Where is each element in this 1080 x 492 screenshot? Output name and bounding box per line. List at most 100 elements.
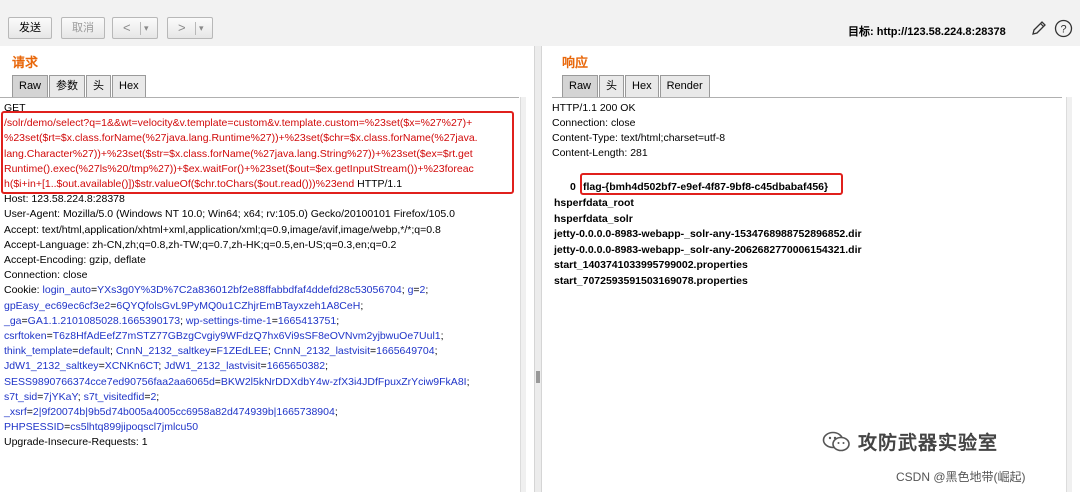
param-token: default [78,345,110,358]
response-body-line: hsperfdata_solr [554,212,633,225]
param-token: wp-settings-time-1 [185,314,272,327]
response-tab[interactable]: Render [659,75,710,97]
param-token: SESS9890766374cce7ed90756faa2aa6065d [4,375,215,388]
text-token: ; [425,284,429,297]
response-body-prefix: 0 [570,181,576,193]
param-token: XCNKn6CT [104,360,159,373]
text-token: Upgrade-Insecure-Requests: 1 [4,436,148,449]
response-body-line: start_7072593591503169078.properties [554,274,748,287]
response-tab[interactable]: 头 [599,75,625,97]
response-panel-title: 响应 [562,55,589,70]
response-header: Content-Length: 281 [552,147,648,159]
splitter-handle[interactable] [536,371,540,383]
request-scrollbar[interactable] [520,97,526,492]
request-header-line: _ga=GA1.1.2101085028.1665390173; wp-sett… [4,314,339,329]
request-header-line: _xsrf=2|9f20074b|9b5d74b005a4005cc6958a8… [4,405,338,420]
response-body-line: start_1403741033995799002.properties [554,259,748,271]
request-header-line: think_template=default; CnnN_2132_saltke… [4,344,438,359]
param-token: _ga [4,314,22,327]
forward-button[interactable]: > ▾ [167,17,213,39]
param-token: YXs3g0Y%3D%7C2a836012bf2e88ffabbdfaf4dde… [97,284,402,297]
target-label: 目标: http://123.58.224.8:28378 [848,26,1006,38]
text-token: Accept-Encoding: gzip, deflate [4,254,146,266]
param-token: 2|9f20074b|9b5d74b005a4005cc6958a82d4749… [32,406,335,418]
request-tab[interactable]: Hex [112,75,146,97]
separator [140,22,141,35]
param-token: think_template [4,345,73,358]
response-tab[interactable]: Raw [562,75,599,97]
response-header: Content-Type: text/html;charset=utf-8 [552,132,726,144]
request-header-line: gpEasy_ec69ec6cf3e2=6QYQfolsGvL9PyMQ0u1C… [4,299,363,314]
request-header-line: s7t_sid=7jYKaY; s7t_visitedfid=2; [4,390,159,405]
text-token: ; [325,360,329,373]
param-token: CnnN_2132_saltkey [115,345,211,358]
watermark: 攻防武器实验室 [822,428,998,455]
text-token: ; [334,406,338,418]
param-token: JdW1_2132_lastvisit [164,360,261,373]
request-tab[interactable]: 头 [86,75,112,97]
param-token: s7t_visitedfid [83,390,145,403]
text-token: User-Agent: Mozilla/5.0 (Windows NT 10.0… [4,208,455,221]
response-header: Connection: close [552,117,636,129]
send-button[interactable]: 发送 [8,17,52,39]
request-header-line: Accept: text/html,application/xhtml+xml,… [4,223,441,238]
response-tab[interactable]: Hex [625,75,659,97]
separator [195,22,196,35]
param-token: 1665650382 [266,360,326,373]
text-token: Connection: close [4,269,88,282]
param-token: csrftoken [4,330,47,342]
panel-splitter[interactable] [534,46,542,492]
help-icon[interactable]: ? [1054,19,1073,38]
param-token: cs5lhtq899jipoqscl7jmlcu50 [70,421,199,434]
svg-text:?: ? [1060,24,1066,36]
wechat-logo-icon [822,431,850,451]
param-token: F1ZEdLEE [216,345,268,358]
chevron-down-icon: ▾ [144,23,149,33]
param-token: _xsrf [4,406,27,418]
param-token: CnnN_2132_lastvisit [273,345,371,358]
edit-pencil-icon[interactable] [1030,19,1048,37]
param-token: login_auto [42,284,91,297]
response-tabs: Raw 头 Hex Render [562,75,711,97]
text-token: ; [434,345,438,358]
request-tab[interactable]: Raw [12,75,49,97]
watermark-text: 攻防武器实验室 [858,433,999,454]
param-token: JdW1_2132_saltkey [4,360,99,373]
text-token: Host: 123.58.224.8:28378 [4,193,125,206]
text-token: ; [156,390,160,403]
response-body-line: jetty-0.0.0.0-8983-webapp-_solr-any-2062… [554,243,862,256]
param-token: 1665649704 [376,345,435,358]
param-token: GA1.1.2101085028.1665390173 [27,314,181,327]
response-body-line: hsperfdata_root [554,197,634,209]
param-token: 1665413751 [277,314,337,327]
request-panel-title: 请求 [12,55,39,70]
text-token: ; [336,314,340,327]
cancel-button[interactable]: 取消 [61,17,105,39]
param-token: 6QYQfolsGvL9PyMQ0u1CZhjrEmBTayxzeh1A8CeH [116,299,361,312]
request-header-line: Cookie: login_auto=YXs3g0Y%3D%7C2a836012… [4,283,428,298]
chevron-down-icon: ▾ [199,23,204,33]
request-header-line: Connection: close [4,268,87,283]
text-token: ; [360,299,364,312]
chevron-left-icon: < [123,20,131,35]
request-header-line: Host: 123.58.224.8:28378 [4,192,125,207]
request-tab[interactable]: 参数 [49,75,86,97]
param-token: s7t_sid [4,390,38,403]
request-header-line: Accept-Language: zh-CN,zh;q=0.8,zh-TW;q=… [4,238,396,253]
param-token: PHPSESSID [4,421,65,434]
payload-highlight-box [1,111,514,194]
param-token: T6z8HfAdEefZ7mSTZ77GBzgCvgiy9WFdzQ7hx6Vi… [52,330,441,342]
request-header-line: User-Agent: Mozilla/5.0 (Windows NT 10.0… [4,207,455,222]
response-body-line: jetty-0.0.0.0-8983-webapp-_solr-any-1534… [554,228,862,240]
request-header-line: Accept-Encoding: gzip, deflate [4,253,146,268]
toolbar: 发送 取消 < ▾ > ▾ 目标: http://123.58.224.8:28… [0,0,1080,46]
response-status-line: HTTP/1.1 200 OK [552,102,636,114]
param-token: gpEasy_ec69ec6cf3e2 [4,299,111,312]
param-token: BKW2l5kNrDDXdbY4w-zfX3i4JDfFpuxZrYciw9Fk… [220,375,467,388]
text-token: Accept-Language: zh-CN,zh;q=0.8,zh-TW;q=… [4,238,397,251]
request-header-line: Upgrade-Insecure-Requests: 1 [4,435,148,450]
flag-highlight-box [580,173,843,195]
response-scrollbar[interactable] [1066,97,1072,492]
back-button[interactable]: < ▾ [112,17,158,39]
request-header-line: csrftoken=T6z8HfAdEefZ7mSTZ77GBzgCvgiy9W… [4,329,444,344]
